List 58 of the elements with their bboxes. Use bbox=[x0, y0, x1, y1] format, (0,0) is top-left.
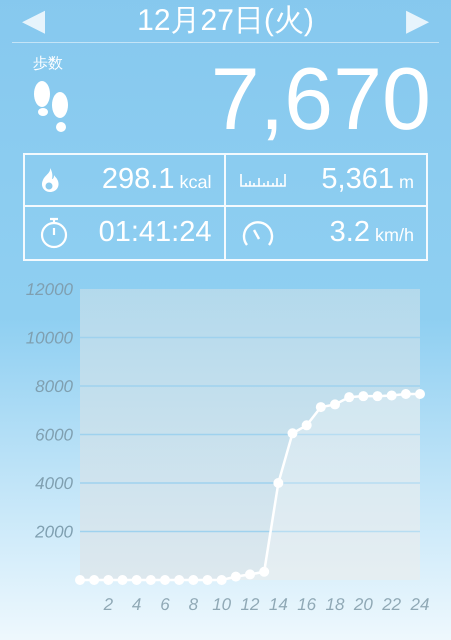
stat-value: 3.2 bbox=[330, 215, 370, 250]
data-point bbox=[188, 575, 198, 585]
x-axis-label: 22 bbox=[382, 595, 402, 614]
data-point bbox=[216, 575, 227, 585]
data-point bbox=[372, 391, 382, 402]
y-axis-label: 10000 bbox=[26, 328, 73, 348]
data-point bbox=[386, 390, 397, 400]
data-point bbox=[160, 575, 170, 585]
data-point bbox=[273, 478, 284, 488]
x-axis-label: 18 bbox=[326, 595, 344, 614]
stat-value: 01:41:24 bbox=[98, 215, 212, 250]
x-axis-label: 6 bbox=[160, 595, 170, 614]
data-point bbox=[146, 575, 156, 585]
date-title: 12月27日(火) bbox=[137, 6, 314, 36]
y-axis-label: 2000 bbox=[35, 522, 73, 542]
x-axis-label: 12 bbox=[240, 595, 260, 614]
data-point bbox=[89, 575, 100, 585]
data-point bbox=[245, 569, 255, 580]
stat-value: 5,361 bbox=[321, 162, 394, 198]
x-axis-label: 4 bbox=[132, 595, 142, 614]
data-point bbox=[358, 391, 368, 402]
data-point bbox=[230, 572, 241, 582]
data-point bbox=[174, 575, 184, 585]
data-point bbox=[103, 575, 114, 585]
data-point bbox=[75, 575, 85, 585]
ruler-icon bbox=[240, 173, 286, 187]
next-day-button[interactable]: ▶ bbox=[406, 6, 429, 36]
previous-day-button[interactable]: ◀ bbox=[22, 6, 45, 36]
x-axis-label: 10 bbox=[212, 595, 232, 614]
y-axis-label: 8000 bbox=[35, 377, 73, 396]
stat-unit: m bbox=[399, 171, 414, 194]
y-axis-label: 12000 bbox=[26, 280, 73, 299]
stat-unit: kcal bbox=[179, 171, 212, 194]
step-count: 7,670 bbox=[210, 55, 431, 143]
y-axis-label: 4000 bbox=[35, 474, 73, 493]
x-axis-label: 16 bbox=[297, 595, 316, 614]
data-point bbox=[400, 389, 411, 399]
x-axis-label: 2 bbox=[104, 595, 114, 614]
data-point bbox=[415, 389, 425, 399]
data-point bbox=[302, 420, 312, 430]
flame-icon bbox=[39, 167, 61, 193]
data-point bbox=[259, 566, 270, 577]
data-point bbox=[118, 575, 128, 585]
steps-label: 歩数 bbox=[33, 54, 63, 74]
data-point bbox=[132, 575, 142, 585]
y-axis-label: 6000 bbox=[35, 426, 73, 444]
data-point bbox=[316, 402, 326, 412]
x-axis-label: 24 bbox=[410, 595, 430, 614]
stat-unit: km/h bbox=[374, 224, 414, 248]
stopwatch-icon bbox=[39, 217, 69, 249]
x-axis-label: 20 bbox=[354, 595, 373, 614]
data-point bbox=[330, 399, 340, 410]
data-point bbox=[202, 575, 212, 585]
x-axis-label: 8 bbox=[188, 595, 198, 614]
x-axis-label: 14 bbox=[268, 595, 288, 614]
data-point bbox=[344, 392, 354, 402]
data-point bbox=[288, 428, 298, 438]
stat-value: 298.1 bbox=[102, 162, 174, 198]
